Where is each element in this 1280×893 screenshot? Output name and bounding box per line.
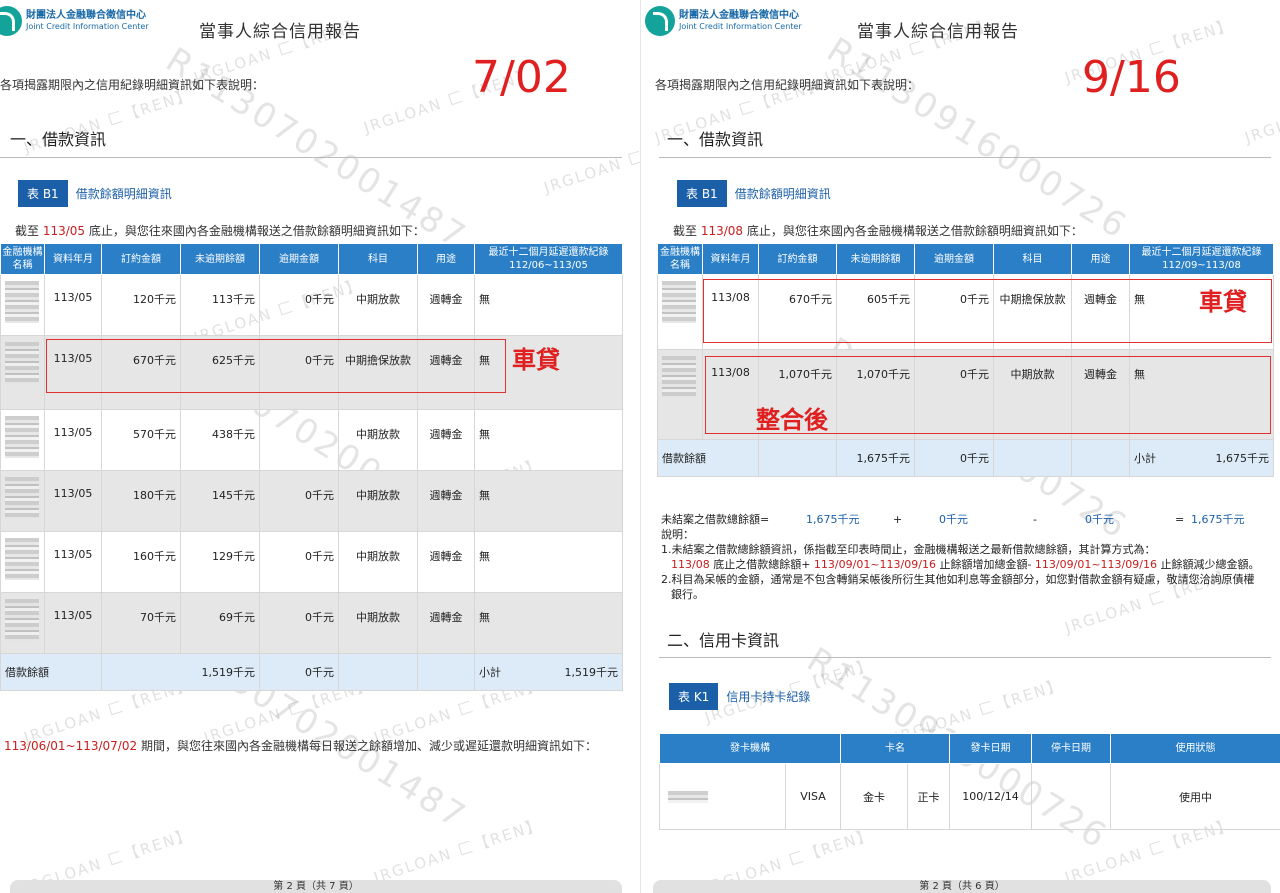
redacted-bank-name	[5, 599, 39, 641]
table-header-row: 金融機構名稱 資料年月 訂約金額 未逾期餘額 逾期金額 科目 用途 最近十二個月…	[0, 243, 623, 275]
redacted-bank-name	[662, 281, 696, 323]
table-row: 113/05 120千元 113千元 0千元 中期放款 週轉金 無	[0, 274, 623, 336]
handwritten-date: 9/16	[1082, 52, 1181, 103]
org-name-en: Joint Credit Information Center	[26, 22, 149, 31]
redacted-bank-name	[5, 477, 39, 519]
balance-summary: 未結案之借款總餘額= 1,675千元 + 0千元 - 0千元 = 1,675千元	[661, 513, 1245, 526]
table-b1-heading: 表 B1 借款餘額明細資訊	[18, 180, 172, 207]
handwritten-date: 7/02	[472, 52, 571, 103]
table-row: 113/05 570千元 438千元 中期放款 週轉金 無	[0, 409, 623, 471]
org-name-cn: 財團法人金融聯合徵信中心	[26, 10, 146, 21]
jcic-logo-icon	[645, 6, 675, 36]
table-total-row: 借款餘額 1,519千元 0千元 小計 1,519千元	[0, 653, 623, 691]
redacted-bank-name	[5, 281, 39, 323]
redacted-bank-name	[5, 416, 39, 458]
intro-text: 各項揭露期限內之信用紀錄明細資訊如下表說明：	[655, 78, 920, 92]
table-title: 借款餘額明細資訊	[75, 187, 172, 201]
highlight-box	[46, 339, 506, 393]
section-divider	[0, 157, 622, 158]
table-tag: 表 B1	[18, 180, 68, 207]
notes-block: 說明： 1.未結案之借款總餘額資訊，係指截至印表時間止，金融機構報送之最新借款總…	[661, 528, 1260, 601]
table-row: 113/05 160千元 129千元 0千元 中期放款 週轉金 無	[0, 531, 623, 593]
highlight-box	[703, 279, 1272, 343]
credit-card-table: 發卡機構 卡名 發卡日期 停卡日期 使用狀態 VISA 金卡 正卡 100/12…	[659, 733, 1280, 830]
table-k1-heading: 表 K1 信用卡持卡紀錄	[669, 683, 810, 710]
cutoff-date: 113/05	[42, 224, 86, 238]
watermark-text: JRGLOAN 匚【REN】	[541, 125, 640, 197]
org-name-en: Joint Credit Information Center	[679, 22, 802, 31]
page-footer: 第 2 頁（共 7 頁）	[10, 880, 622, 893]
redacted-bank-name	[5, 538, 39, 580]
intro-text: 各項揭露期限內之信用紀錄明細資訊如下表說明：	[0, 78, 265, 92]
cutoff-line: 截至 113/08 底止，與您往來國內各金融機構報送之借款餘額明細資訊如下：	[673, 224, 1083, 238]
table-b1-heading: 表 B1 借款餘額明細資訊	[677, 180, 831, 207]
annotation-car-loan: 車貸	[1199, 288, 1247, 316]
jcic-logo-icon	[0, 6, 22, 36]
redacted-bank-name	[662, 356, 696, 398]
loan-balance-table: 金融機構名稱 資料年月 訂約金額 未逾期餘額 逾期金額 科目 用途 最近十二個月…	[0, 243, 623, 691]
section-loan-heading: 一、借款資訊	[667, 130, 764, 149]
table-total-row: 借款餘額 1,675千元 0千元 小計 1,675千元	[657, 439, 1274, 477]
org-name-cn: 財團法人金融聯合徵信中心	[679, 10, 799, 21]
report-title: 當事人綜合信用報告	[857, 22, 1019, 42]
section-loan-heading: 一、借款資訊	[10, 130, 107, 149]
period-range: 113/06/01~113/07/02	[4, 739, 138, 753]
table-tag: 表 B1	[677, 180, 727, 207]
table-row: 113/05 70千元 69千元 0千元 中期放款 週轉金 無	[0, 592, 623, 654]
report-page-right: JRGLOAN 匚【REN】 JRGLOAN 匚【REN】 JRGLOAN 匚【…	[640, 0, 1280, 893]
table-title: 信用卡持卡紀錄	[726, 690, 811, 704]
page-footer: 第 2 頁（共 6 頁）	[653, 880, 1271, 893]
section-divider	[659, 657, 1271, 658]
annotation-consolidated: 整合後	[756, 406, 828, 434]
redacted-bank-name	[5, 342, 39, 384]
watermark-text: JRGLOAN 匚【REN】	[1242, 75, 1280, 147]
report-title: 當事人綜合信用報告	[199, 22, 361, 42]
table-header-row: 發卡機構 卡名 發卡日期 停卡日期 使用狀態	[659, 733, 1280, 764]
jcic-logo: 財團法人金融聯合徵信中心 Joint Credit Information Ce…	[0, 6, 149, 36]
section-divider	[659, 157, 1271, 158]
table-row: 113/05 180千元 145千元 0千元 中期放款 週轉金 無	[0, 470, 623, 532]
table-header-row: 金融機構名稱 資料年月 訂約金額 未逾期餘額 逾期金額 科目 用途 最近十二個月…	[657, 243, 1274, 275]
annotation-car-loan: 車貸	[512, 346, 560, 374]
redacted-issuer	[668, 790, 708, 803]
section-card-heading: 二、信用卡資訊	[667, 631, 780, 650]
cutoff-line: 截至 113/05 底止，與您往來國內各金融機構報送之借款餘額明細資訊如下：	[15, 224, 425, 238]
watermark-text: JRGLOAN 匚【REN】	[371, 815, 545, 887]
table-row: VISA 金卡 正卡 100/12/14 使用中	[659, 763, 1280, 830]
table-title: 借款餘額明細資訊	[734, 187, 831, 201]
cutoff-date: 113/08	[700, 224, 744, 238]
table-tag: 表 K1	[669, 683, 719, 710]
report-page-left: JRGLOAN 匚【REN】 JRGLOAN 匚【REN】 JRGLOAN 匚【…	[0, 0, 640, 893]
period-paragraph: 113/06/01~113/07/02 期間，與您往來國內各金融機構每日報送之餘…	[4, 739, 597, 753]
jcic-logo: 財團法人金融聯合徵信中心 Joint Credit Information Ce…	[645, 6, 802, 36]
